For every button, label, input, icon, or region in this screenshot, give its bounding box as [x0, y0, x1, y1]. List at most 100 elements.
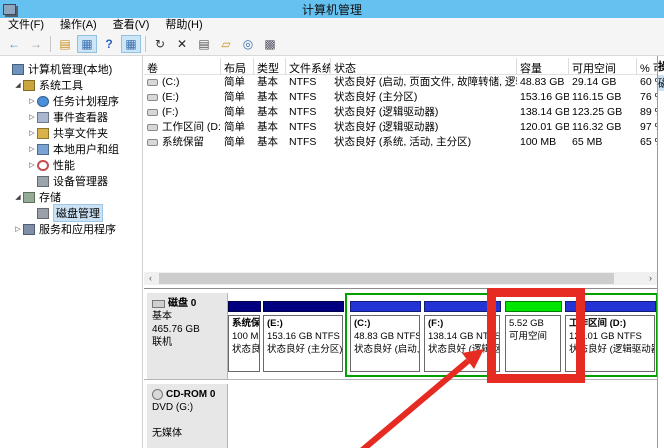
tree-item-task-scheduler[interactable]: ▷ 任务计划程序 — [0, 93, 142, 109]
column-header-free-space[interactable]: 可用空间 — [569, 58, 637, 74]
forward-icon[interactable]: → — [26, 35, 46, 53]
partition-label: 工作区间 (D:) — [569, 317, 651, 330]
column-header-percent-free[interactable]: % 可 — [637, 58, 657, 74]
menu-help[interactable]: 帮助(H) — [157, 18, 210, 33]
window-title: 计算机管理 — [0, 1, 664, 18]
collapsed-icon[interactable]: ▷ — [27, 129, 37, 137]
disk0-label-box[interactable]: 磁盘 0 基本 465.76 GB 联机 — [147, 293, 228, 379]
disk0-name: 磁盘 0 — [168, 297, 196, 310]
console-window-icon[interactable]: ▦ — [77, 35, 97, 53]
horizontal-scrollbar[interactable]: ‹ › — [144, 272, 657, 285]
actions-pane-header: 操作 — [658, 58, 664, 75]
volume-free: 123.25 GB — [569, 105, 637, 120]
volume-list: 卷 布局 类型 文件系统 状态 容量 可用空间 % 可 (C:) 简单 基本 N… — [144, 56, 657, 288]
menu-file[interactable]: 文件(F) — [0, 18, 52, 33]
logical-drive-strip — [565, 301, 656, 312]
expanded-icon[interactable]: ◢ — [13, 193, 23, 201]
column-header-status[interactable]: 状态 — [331, 58, 517, 74]
partition-label: (F:) — [428, 317, 496, 330]
partition-e[interactable]: (E:) 153.16 GB NTFS 状态良好 (主分区) — [263, 293, 344, 377]
tree-item-device-manager[interactable]: 设备管理器 — [0, 173, 142, 189]
volume-row-c[interactable]: (C:) 简单 基本 NTFS 状态良好 (启动, 页面文件, 故障转储, 逻辑… — [144, 75, 657, 90]
partition-status: 状态良好 (主分区) — [267, 343, 339, 356]
cdrom-name: CD-ROM 0 — [166, 388, 215, 401]
volume-layout: 简单 — [221, 75, 254, 90]
partition-system-reserved[interactable]: 系统保留 100 MB 状态良好 (系统, 活动 — [228, 293, 261, 377]
column-header-filesystem[interactable]: 文件系统 — [286, 58, 331, 74]
show-actions-pane-icon[interactable]: ▦ — [121, 35, 141, 53]
tree-item-computer-management[interactable]: 计算机管理(本地) — [0, 61, 142, 77]
actions-pane: 操作 磁盘管理 — [657, 56, 664, 448]
scroll-right-icon[interactable]: › — [644, 272, 657, 285]
collapsed-icon[interactable]: ▷ — [27, 145, 37, 153]
show-console-tree-icon[interactable]: ▤ — [55, 35, 75, 53]
computer-management-window: 计算机管理 文件(F) 操作(A) 查看(V) 帮助(H) ← → ▤ ▦ ? … — [0, 0, 664, 448]
partition-free-space[interactable]: 5.52 GB 可用空间 — [505, 293, 562, 377]
volume-layout: 简单 — [221, 90, 254, 105]
volume-name: (E:) — [162, 90, 179, 105]
scrollbar-thumb[interactable] — [159, 273, 614, 284]
tree-item-event-viewer[interactable]: ▷ 事件查看器 — [0, 109, 142, 125]
volume-row-system-reserved[interactable]: 系统保留 简单 基本 NTFS 状态良好 (系统, 活动, 主分区) 100 M… — [144, 135, 657, 150]
partition-c[interactable]: (C:) 48.83 GB NTFS 状态良好 (启动, 页面文件 — [350, 293, 421, 377]
tree-item-label: 本地用户和组 — [53, 141, 119, 157]
primary-partition-strip — [263, 301, 344, 312]
volume-layout: 简单 — [221, 120, 254, 135]
disk0-status: 联机 — [152, 336, 222, 349]
tree-item-services-applications[interactable]: ▷ 服务和应用程序 — [0, 221, 142, 237]
scroll-left-icon[interactable]: ‹ — [144, 272, 157, 285]
partition-size: 138.14 GB NTFS — [428, 330, 496, 343]
column-header-type[interactable]: 类型 — [254, 58, 286, 74]
tree-item-performance[interactable]: ▷ 性能 — [0, 157, 142, 173]
tree-item-shared-folders[interactable]: ▷ 共享文件夹 — [0, 125, 142, 141]
volume-row-f[interactable]: (F:) 简单 基本 NTFS 状态良好 (逻辑驱动器) 138.14 GB 1… — [144, 105, 657, 120]
partition-status: 状态良好 (系统, 活动 — [232, 343, 256, 356]
column-header-volume[interactable]: 卷 — [144, 58, 221, 74]
disk-management-icon — [37, 208, 49, 219]
menu-action[interactable]: 操作(A) — [52, 18, 105, 33]
tree-item-disk-management[interactable]: 磁盘管理 — [0, 205, 142, 221]
properties-icon[interactable]: ▤ — [194, 35, 214, 53]
tree-item-label: 性能 — [53, 157, 75, 173]
help-icon[interactable]: ? — [99, 35, 119, 53]
collapsed-icon[interactable]: ▷ — [27, 113, 37, 121]
cdrom-label-box[interactable]: CD-ROM 0 DVD (G:) 无媒体 — [147, 384, 228, 448]
volume-capacity: 100 MB — [517, 135, 569, 150]
refresh-icon[interactable]: ↻ — [150, 35, 170, 53]
volume-status: 状态良好 (系统, 活动, 主分区) — [331, 135, 517, 150]
tree-item-label: 磁盘管理 — [53, 204, 103, 222]
volume-row-e[interactable]: (E:) 简单 基本 NTFS 状态良好 (主分区) 153.16 GB 116… — [144, 90, 657, 105]
actions-pane-item[interactable]: 磁盘管理 — [658, 75, 664, 91]
settings-icon[interactable]: ▩ — [260, 35, 280, 53]
tree-item-system-tools[interactable]: ◢ 系统工具 — [0, 77, 142, 93]
volume-row-d[interactable]: 工作区间 (D:) 简单 基本 NTFS 状态良好 (逻辑驱动器) 120.01… — [144, 120, 657, 135]
open-folder-icon[interactable]: ▱ — [216, 35, 236, 53]
tree-item-storage[interactable]: ◢ 存储 — [0, 189, 142, 205]
tree-item-label: 设备管理器 — [53, 173, 108, 189]
collapsed-icon[interactable]: ▷ — [27, 97, 37, 105]
cd-icon — [152, 389, 163, 400]
volume-icon — [147, 109, 158, 116]
back-icon[interactable]: ← — [4, 35, 24, 53]
partition-size: 120.01 GB NTFS — [569, 330, 651, 343]
tree-item-label: 计算机管理(本地) — [28, 61, 112, 77]
volume-type: 基本 — [254, 120, 286, 135]
collapsed-icon[interactable]: ▷ — [27, 161, 37, 169]
delete-icon[interactable]: ✕ — [172, 35, 192, 53]
expanded-icon[interactable]: ◢ — [13, 81, 23, 89]
magnifier-icon[interactable]: ◎ — [238, 35, 258, 53]
partition-f[interactable]: (F:) 138.14 GB NTFS 状态良好 (逻辑驱动器) — [424, 293, 501, 377]
menu-view[interactable]: 查看(V) — [105, 18, 158, 33]
title-bar: 计算机管理 — [0, 0, 664, 18]
tree-item-local-users[interactable]: ▷ 本地用户和组 — [0, 141, 142, 157]
column-header-capacity[interactable]: 容量 — [517, 58, 569, 74]
collapsed-icon[interactable]: ▷ — [13, 225, 23, 233]
tree-item-label: 存储 — [39, 189, 61, 205]
tree-item-label: 事件查看器 — [53, 109, 108, 125]
partition-d[interactable]: 工作区间 (D:) 120.01 GB NTFS 状态良好 (逻辑驱动器) — [565, 293, 656, 377]
volume-percent-free: 89 % — [637, 105, 657, 120]
volume-fs: NTFS — [286, 75, 331, 90]
partition-size: 48.83 GB NTFS — [354, 330, 416, 343]
tree-item-label: 系统工具 — [39, 77, 83, 93]
column-header-layout[interactable]: 布局 — [221, 58, 254, 74]
